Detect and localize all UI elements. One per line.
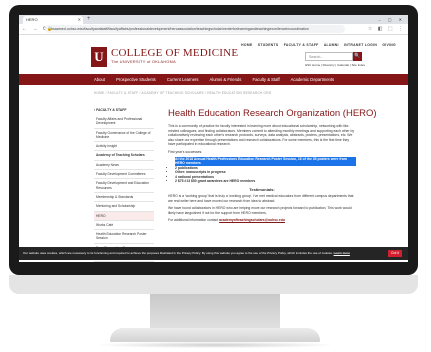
- utility-links: HOME STUDENTS FACULTY & STAFF ALUMNI INT…: [237, 43, 396, 47]
- got-it-button[interactable]: Got it: [388, 250, 402, 257]
- ou-logo-icon[interactable]: U: [91, 47, 107, 67]
- list-item: At the 2018 Annual Health Professions Ed…: [175, 157, 356, 166]
- university-name: The UNIVERSITY of OKLAHOMA: [111, 60, 176, 64]
- monitor-stand-neck: [150, 294, 280, 328]
- sidebar-item-academy-teaching-scholars[interactable]: Academy of Teaching Scholars: [94, 151, 154, 161]
- browser-tab-bar: HERO ✕ + – ▢ ✕: [19, 15, 408, 24]
- sidebar-item-poster-session[interactable]: Health Education Research Poster Session: [94, 230, 154, 244]
- intro-paragraph: This is a community of practice for facu…: [168, 124, 355, 146]
- nav-item-academic-departments[interactable]: Academic Departments: [291, 77, 335, 82]
- utility-link-faculty-staff[interactable]: FACULTY & STAFF: [284, 43, 319, 47]
- utility-link-home[interactable]: HOME: [241, 43, 252, 47]
- sidebar-item-faculty-dev-resources[interactable]: Faculty Development and Education Resour…: [94, 179, 154, 193]
- quick-links[interactable]: HSC Home | Directory | Calendar | Site I…: [305, 63, 365, 67]
- utility-link-alumni[interactable]: ALUMNI: [324, 43, 339, 47]
- sidebar-item-membership-standards[interactable]: Membership & Standards: [94, 193, 154, 203]
- address-bar: ← → ⟳ 🔒 bsaamed.ouhsc.edu/facultyandstaf…: [19, 24, 408, 35]
- nav-item-prospective-students[interactable]: Prospective Students: [116, 77, 156, 82]
- page-title: Health Education Research Organization (…: [168, 108, 377, 119]
- sidebar-item-hero[interactable]: HERO: [94, 211, 154, 221]
- lock-icon: 🔒: [47, 26, 52, 31]
- list-item: 2 $75 #13 $50 grant awardees are HERO me…: [175, 179, 356, 183]
- screen: HERO ✕ + – ▢ ✕ ← → ⟳ 🔒 bsaamed.ouhsc.edu…: [19, 15, 408, 262]
- contact-email-link[interactable]: academyofteachingscholars@ouhsc.edu: [219, 218, 285, 222]
- successes-list: At the 2018 Annual Health Professions Ed…: [168, 157, 356, 183]
- website: HOME STUDENTS FACULTY & STAFF ALUMNI INT…: [19, 35, 408, 262]
- contact-text: For additional information contact: [168, 218, 219, 223]
- new-tab-button[interactable]: +: [87, 15, 91, 24]
- sidebar-item-faculty-governance[interactable]: Faculty Governance of the College of Med…: [94, 129, 154, 143]
- sidebar-heading[interactable]: ‹ FACULTY & STAFF: [94, 108, 154, 112]
- url-field[interactable]: 🔒 bsaamed.ouhsc.edu/facultyandstaff/facu…: [45, 25, 345, 33]
- testimonial-paragraph: We have found collaborators in HERO who …: [168, 206, 352, 215]
- cookie-text: Our website uses cookies, which are nece…: [23, 251, 333, 255]
- main-nav: About Prospective Students Current Learn…: [19, 74, 408, 85]
- utility-link-students[interactable]: STUDENTS: [258, 43, 279, 47]
- window-controls[interactable]: – ▢ ✕: [378, 15, 405, 24]
- monitor-chin: [9, 275, 418, 294]
- search-input[interactable]: Search...: [305, 52, 353, 61]
- utility-link-intranet-login[interactable]: INTRANET LOGIN: [344, 43, 377, 47]
- nav-item-alumni-friends[interactable]: Alumni & Friends: [209, 77, 241, 82]
- testimonial-paragraph: HERO is a 'working group' that is truly …: [168, 194, 354, 203]
- nav-item-current-learners[interactable]: Current Learners: [167, 77, 199, 82]
- contact-line: For additional information contact acade…: [168, 218, 356, 223]
- sidebar-item-mentoring-scholarship[interactable]: Mentoring and Scholarship: [94, 202, 154, 212]
- sidebar: ‹ FACULTY & STAFF Faculty Affairs and Pr…: [94, 108, 154, 262]
- breadcrumb[interactable]: HOME / FACULTY & STAFF / ACADEMY OF TEAC…: [94, 91, 271, 95]
- learn-more-link[interactable]: Learn more: [334, 251, 350, 255]
- sidebar-item-works-cafe[interactable]: Works Café: [94, 221, 154, 231]
- sidebar-item-activity-insight[interactable]: Activity Insight: [94, 142, 154, 152]
- college-title[interactable]: COLLEGE OF MEDICINE: [111, 47, 238, 59]
- successes-label: First year's successes:: [168, 149, 203, 154]
- tab-title: HERO: [26, 17, 38, 22]
- testimonials-heading: Testimonials:: [249, 187, 275, 193]
- url-text: bsaamed.ouhsc.edu/facultyandstaff/facult…: [51, 27, 309, 31]
- close-tab-icon[interactable]: ✕: [78, 16, 81, 24]
- monitor-bezel: HERO ✕ + – ▢ ✕ ← → ⟳ 🔒 bsaamed.ouhsc.edu…: [9, 5, 418, 275]
- main-content: Health Education Research Organization (…: [168, 108, 377, 226]
- sidebar-item-academy-news[interactable]: Academy News: [94, 161, 154, 171]
- utility-link-giving[interactable]: GIVING: [382, 43, 396, 47]
- stand-shadow: [100, 342, 330, 348]
- search-icon[interactable]: 🔍: [353, 52, 362, 61]
- monitor-stand-base: [110, 328, 320, 342]
- sidebar-item-faculty-affairs[interactable]: Faculty Affairs and Professional Develop…: [94, 115, 154, 129]
- cookie-banner: Our website uses cookies, which are nece…: [19, 247, 408, 260]
- nav-item-faculty-staff[interactable]: Faculty & Staff: [253, 77, 280, 82]
- cookie-text-wrap: Our website uses cookies, which are nece…: [23, 247, 378, 260]
- browser-tab[interactable]: HERO ✕: [23, 16, 83, 24]
- sidebar-item-faculty-dev-committees[interactable]: Faculty Development Committees: [94, 170, 154, 180]
- nav-item-about[interactable]: About: [94, 77, 105, 82]
- extension-icons[interactable]: ☆ ◧ ⬚ ⋮: [368, 25, 405, 33]
